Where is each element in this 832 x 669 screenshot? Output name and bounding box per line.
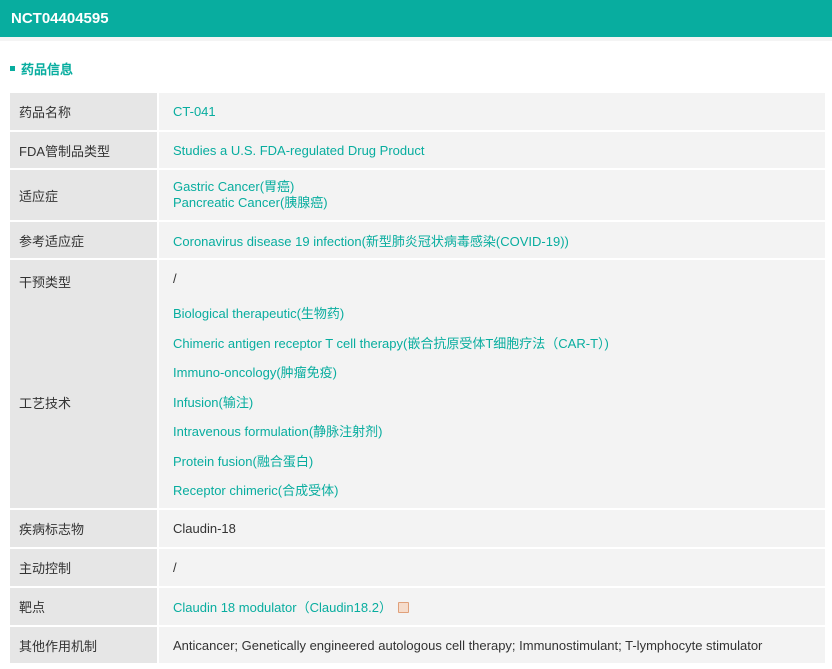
label: 疾病标志物	[10, 509, 159, 549]
table-row: 疾病标志物 Claudin-18	[10, 509, 825, 549]
table-row: 参考适应症 Coronavirus disease 19 infection(新型…	[10, 221, 825, 260]
mechanism: Anticancer; Genetically engineered autol…	[158, 626, 825, 665]
label: 适应症	[10, 169, 159, 222]
section-title-text: 药品信息	[21, 62, 74, 77]
label: 主动控制	[10, 548, 159, 588]
table-row: 靶点 Claudin 18 modulator（Claudin18.2）	[10, 587, 825, 627]
bullet-icon	[10, 66, 15, 71]
technology-item[interactable]: Biological therapeutic(生物药)	[173, 299, 825, 329]
table-row: 药品名称 CT-041	[10, 93, 825, 132]
active-control: /	[158, 548, 825, 588]
external-link-icon[interactable]	[397, 602, 409, 613]
table-row: 适应症 Gastric Cancer(胃癌) Pancreatic Cancer(胰…	[10, 169, 825, 222]
technology-item[interactable]: Receptor chimeric(合成受体)	[173, 476, 825, 506]
table-row: 干预类型 /	[10, 259, 825, 297]
page-header: NCT04404595	[0, 0, 832, 37]
section-title: 药品信息	[10, 59, 73, 78]
technology-item[interactable]: Infusion(输注)	[173, 388, 825, 418]
drug-name: CT-041	[158, 93, 825, 132]
indication[interactable]: Pancreatic Cancer(胰腺癌)	[173, 195, 825, 211]
ref-indication[interactable]: Coronavirus disease 19 infection(新型肺炎冠状病…	[158, 221, 825, 260]
label: 靶点	[10, 587, 159, 627]
table-row: 主动控制 /	[10, 548, 825, 588]
label: 参考适应症	[10, 221, 159, 260]
divider	[0, 37, 832, 41]
label: FDA管制品类型	[10, 131, 159, 170]
technology-item[interactable]: Immuno-oncology(肿瘤免疫)	[173, 358, 825, 388]
technology-item[interactable]: Chimeric antigen receptor T cell therapy…	[173, 329, 825, 359]
intervention-type: /	[158, 259, 825, 297]
technology-item[interactable]: Protein fusion(融合蛋白)	[173, 447, 825, 477]
indication[interactable]: Gastric Cancer(胃癌)	[173, 179, 825, 195]
table-row: 其他作用机制 Anticancer; Genetically engineered…	[10, 626, 825, 665]
table-row: FDA管制品类型 Studies a U.S. FDA-regulated Dru…	[10, 131, 825, 170]
technology-item[interactable]: Intravenous formulation(静脉注射剂)	[173, 417, 825, 447]
label: 干预类型	[10, 259, 159, 297]
label: 药品名称	[10, 93, 159, 132]
target-link[interactable]: Claudin 18 modulator（Claudin18.2）	[173, 600, 392, 615]
drug-info-table: 药品名称 CT-041 FDA管制品类型 Studies a U.S. FDA-re…	[10, 93, 825, 665]
fda-type: Studies a U.S. FDA-regulated Drug Produc…	[158, 131, 825, 170]
label: 其他作用机制	[10, 626, 159, 665]
label: 工艺技术	[10, 297, 159, 510]
biomarker: Claudin-18	[158, 509, 825, 549]
table-row: 工艺技术 Biological therapeutic(生物药) Chimeri…	[10, 297, 825, 510]
